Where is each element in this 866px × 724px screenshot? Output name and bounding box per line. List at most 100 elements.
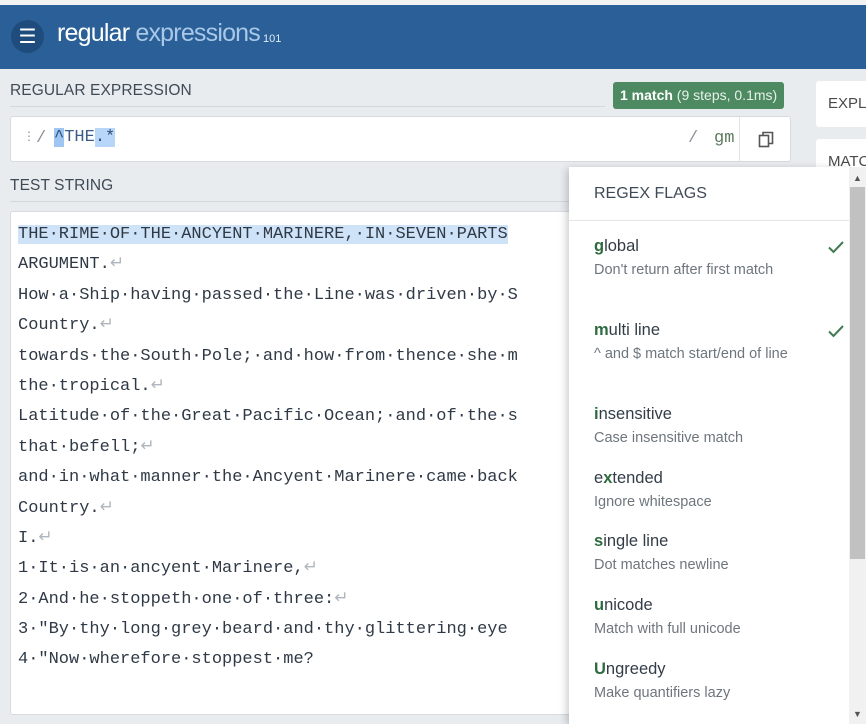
flag-option-x[interactable]: extended Ignore whitespace <box>594 468 834 512</box>
test-line-text: THE·RIME·OF·THE·ANCYENT·MARINERE,·IN·SEV… <box>18 225 508 244</box>
flag-name: Ungreedy <box>594 659 834 679</box>
scroll-up-arrow-icon[interactable]: ▲ <box>849 167 866 187</box>
test-line-text: I. <box>18 528 39 548</box>
flag-option-s[interactable]: single line Dot matches newline <box>594 531 834 575</box>
matched-line: THE·RIME·OF·THE·ANCYENT·MARINERE,·IN·SEV… <box>18 220 518 250</box>
hamburger-icon[interactable]: ☰ <box>11 20 44 53</box>
flag-key: g <box>594 237 605 255</box>
regex-flags-title: REGEX FLAGS <box>594 185 707 202</box>
test-line-text: How·a·Ship·having·passed·the·Line·was·dr… <box>18 285 518 305</box>
test-line: 2·And·he·stoppeth·one·of·three:↵ <box>18 585 518 615</box>
newline-marker: ↵ <box>334 589 349 609</box>
test-line-text: 4·"Now·wherefore·stoppest·me? <box>18 650 314 670</box>
copy-button[interactable] <box>739 117 791 161</box>
test-line-text: ARGUMENT. <box>18 255 110 275</box>
flag-name-rest: tended <box>612 469 663 487</box>
flag-description: ^ and $ match start/end of line <box>594 346 788 362</box>
test-string-editor[interactable]: THE·RIME·OF·THE·ANCYENT·MARINERE,·IN·SEV… <box>10 211 610 715</box>
test-line: that·befell;↵ <box>18 433 518 463</box>
flag-option-m[interactable]: multi line ^ and $ match start/end of lin… <box>594 320 844 364</box>
flag-name-prefix: e <box>594 469 604 487</box>
flag-name-rest: ngreedy <box>605 660 666 678</box>
divider <box>569 220 849 221</box>
newline-marker: ↵ <box>99 498 114 518</box>
flag-option-g[interactable]: global Don't return after first match <box>594 236 844 280</box>
scroll-down-arrow-icon[interactable]: ▼ <box>849 704 866 724</box>
test-line-text: Country. <box>18 498 100 518</box>
newline-marker: ↵ <box>109 255 125 275</box>
flag-description: Ignore whitespace <box>594 494 712 510</box>
regex-close-delimiter: / <box>688 129 699 148</box>
flag-key: U <box>594 660 606 678</box>
flag-description: Make quantifiers lazy <box>594 685 731 701</box>
regex-flags-button[interactable]: gm <box>714 129 734 148</box>
newline-marker: ↵ <box>150 376 165 396</box>
copy-icon <box>758 131 773 147</box>
flag-name-rest: nsensitive <box>598 405 672 423</box>
flag-option-u[interactable]: unicode Match with full unicode <box>594 595 834 639</box>
checkmark-icon <box>828 241 844 254</box>
flag-key: x <box>603 469 613 487</box>
test-line-text: Latitude·of·the·Great·Pacific·Ocean;·and… <box>18 407 518 427</box>
explanation-panel-header[interactable]: EXPL <box>816 81 866 127</box>
divider <box>10 201 570 202</box>
test-line: Country.↵ <box>18 494 518 524</box>
divider <box>10 106 605 107</box>
regex-section-title: REGULAR EXPRESSION <box>10 82 192 99</box>
test-line-text: 2·And·he·stoppeth·one·of·three: <box>18 589 335 609</box>
match-count: 1 match <box>620 87 673 103</box>
regex-open-delimiter: / <box>36 129 47 148</box>
brand-logo[interactable]: regular expressions 101 <box>57 19 281 48</box>
test-line-text: and·in·what·manner·the·Ancyent·Marinere·… <box>18 468 518 488</box>
test-line: 4·"Now·wherefore·stoppest·me? <box>18 645 518 675</box>
test-line: ARGUMENT.↵ <box>18 250 518 280</box>
flag-key: u <box>594 596 605 614</box>
regex-input[interactable]: ⋮ / ^THE.* / gm <box>10 116 791 162</box>
newline-marker: ↵ <box>99 316 114 336</box>
test-line: 1·It·is·an·ancyent·Marinere,↵ <box>18 554 518 584</box>
match-detail: (9 steps, 0.1ms) <box>672 87 778 103</box>
flag-option-i[interactable]: insensitive Case insensitive match <box>594 404 834 448</box>
top-bar: ☰ regular expressions 101 <box>0 0 866 69</box>
flag-name: insensitive <box>594 404 834 424</box>
regex-token-anchor: ^ <box>54 128 65 147</box>
regex-pattern[interactable]: ^THE.* <box>54 128 116 147</box>
flag-name: unicode <box>594 595 834 615</box>
test-line-text: 3·"By·thy·long·grey·beard·and·thy·glitte… <box>18 620 508 640</box>
regex-token-dot-star: .* <box>94 128 116 147</box>
match-info-badge: 1 match (9 steps, 0.1ms) <box>613 82 785 109</box>
brand-version: 101 <box>262 33 282 45</box>
flag-name-rest: lobal <box>604 237 639 255</box>
test-line-text: the·tropical. <box>18 376 151 396</box>
checkmark-icon <box>828 325 844 338</box>
newline-marker: ↵ <box>38 528 53 548</box>
test-line: I.↵ <box>18 524 518 554</box>
test-line: and·in·what·manner·the·Ancyent·Marinere·… <box>18 463 518 493</box>
newline-marker: ↵ <box>140 437 155 457</box>
flag-description: Dot matches newline <box>594 557 729 573</box>
flag-description: Case insensitive match <box>594 430 744 446</box>
flag-name-rest: nicode <box>604 596 653 614</box>
scrollbar[interactable]: ▲ ▼ <box>849 167 866 724</box>
test-line-text: Country. <box>18 316 100 336</box>
test-line: 3·"By·thy·long·grey·beard·and·thy·glitte… <box>18 615 518 645</box>
test-string-section-title: TEST STRING <box>10 177 114 194</box>
drag-handle-icon[interactable]: ⋮ <box>23 130 35 142</box>
test-line-text: that·befell; <box>18 437 141 457</box>
brand-word-regular: regular <box>57 19 130 47</box>
flag-name-rest: ingle line <box>603 532 669 550</box>
test-line: the·tropical.↵ <box>18 372 518 402</box>
flag-option-U[interactable]: Ungreedy Make quantifiers lazy <box>594 659 834 703</box>
test-line: How·a·Ship·having·passed·the·Line·was·dr… <box>18 281 518 311</box>
flag-name: single line <box>594 531 834 551</box>
regex-flags-dropdown: REGEX FLAGS global Don't return after fir… <box>569 167 849 724</box>
scroll-thumb[interactable] <box>850 187 865 559</box>
flag-key: s <box>594 532 604 550</box>
test-line: towards·the·South·Pole;·and·how·from·the… <box>18 342 518 372</box>
flag-description: Match with full unicode <box>594 621 741 637</box>
test-line: Latitude·of·the·Great·Pacific·Ocean;·and… <box>18 402 518 432</box>
test-line-text: 1·It·is·an·ancyent·Marinere, <box>18 559 304 579</box>
flag-name: extended <box>594 468 834 488</box>
test-line-text: towards·the·South·Pole;·and·how·from·the… <box>18 346 518 366</box>
flag-description: Don't return after first match <box>594 262 774 278</box>
